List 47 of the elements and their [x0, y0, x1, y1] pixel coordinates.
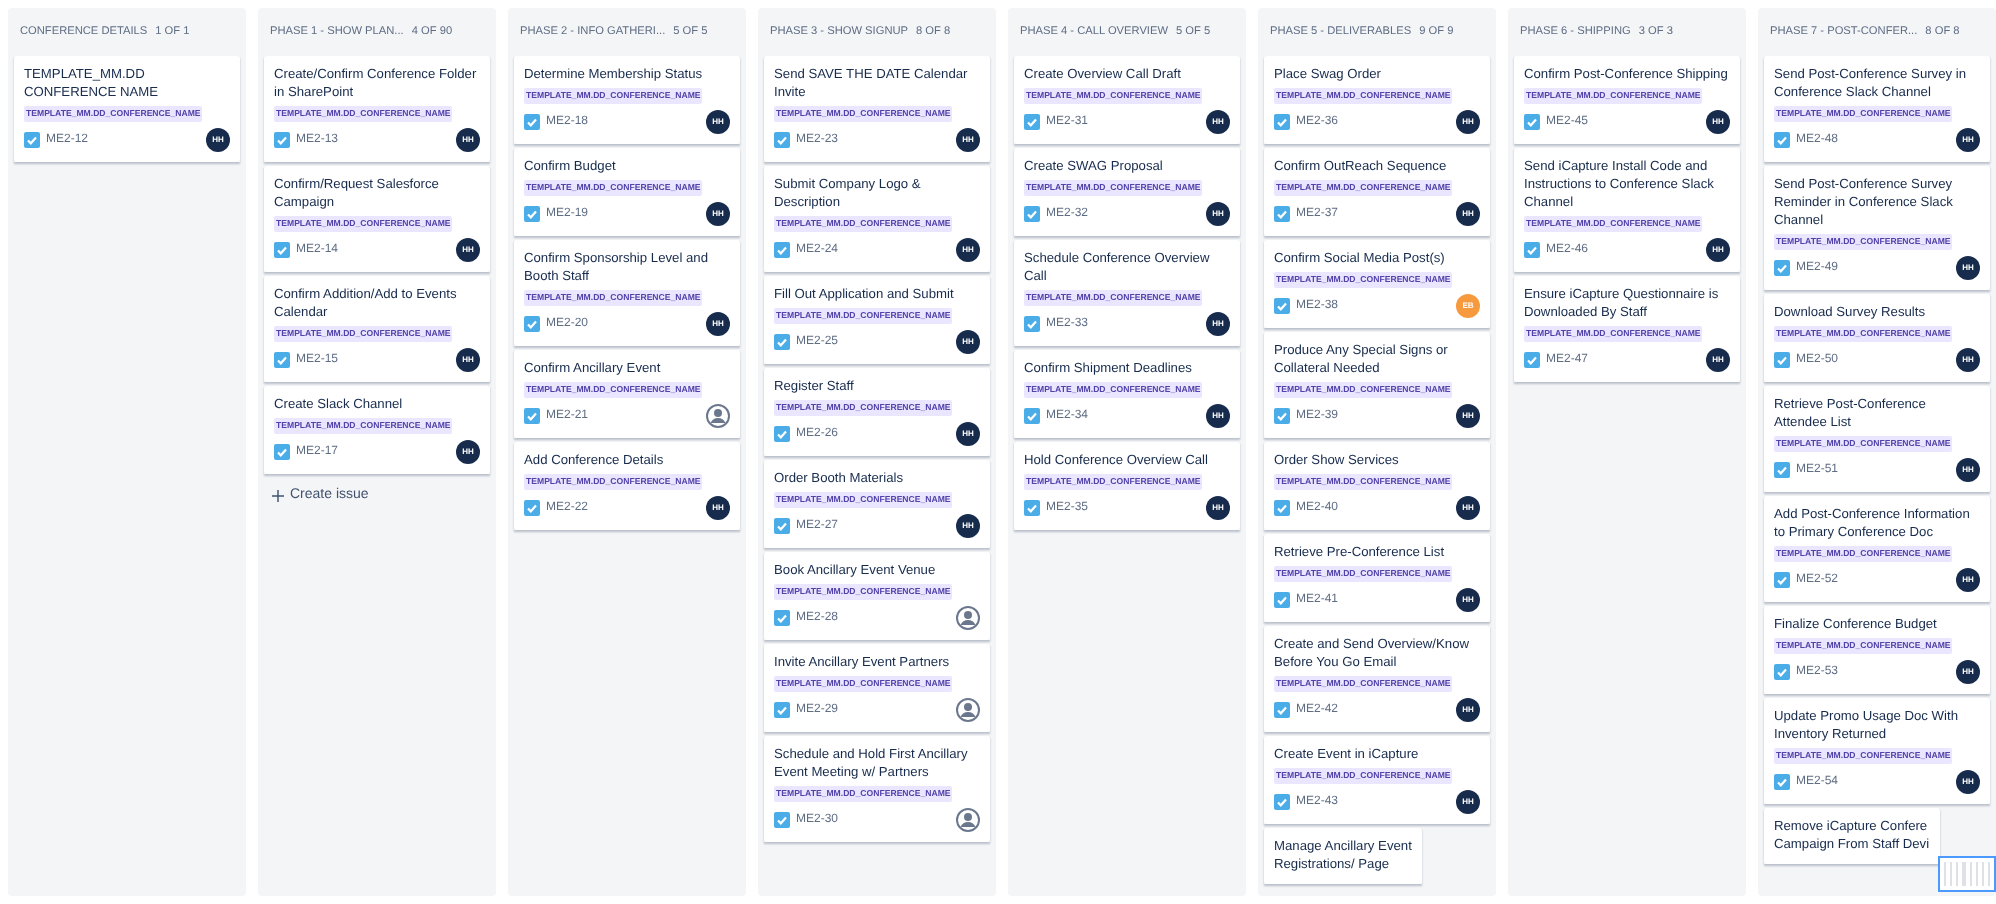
task-icon: [774, 812, 790, 828]
task-icon: [1274, 500, 1290, 516]
task-icon: [1524, 242, 1540, 258]
task-icon: [1524, 114, 1540, 130]
unassigned-user-icon[interactable]: [956, 606, 980, 630]
task-icon: [1024, 114, 1040, 130]
task-icon: [1774, 572, 1790, 588]
task-icon: [1024, 316, 1040, 332]
task-icon: [1274, 592, 1290, 608]
task-icon: [1274, 206, 1290, 222]
task-icon: [524, 500, 540, 516]
task-icon: [524, 316, 540, 332]
task-icon: [1024, 500, 1040, 516]
unassigned-user-icon[interactable]: [706, 404, 730, 428]
task-icon: [1774, 132, 1790, 148]
task-icon: [1274, 702, 1290, 718]
task-icon: [274, 132, 290, 148]
task-icon: [774, 426, 790, 442]
task-icon: [524, 206, 540, 222]
plus-icon: [272, 490, 284, 503]
task-icon: [1774, 664, 1790, 680]
task-icon: [774, 702, 790, 718]
task-icon: [1524, 352, 1540, 368]
task-icon: [1774, 260, 1790, 276]
unassigned-user-icon[interactable]: [956, 808, 980, 832]
task-icon: [1774, 774, 1790, 790]
task-icon: [774, 610, 790, 626]
task-icon: [1024, 206, 1040, 222]
task-icon: [1274, 408, 1290, 424]
task-icon: [1774, 352, 1790, 368]
task-icon: [24, 132, 40, 148]
task-icon: [774, 242, 790, 258]
task-icon: [1274, 298, 1290, 314]
task-icon: [1024, 408, 1040, 424]
task-icon: [274, 444, 290, 460]
task-icon: [1774, 462, 1790, 478]
task-icon: [274, 242, 290, 258]
task-icon: [1274, 114, 1290, 130]
board-minimap[interactable]: [1938, 856, 1996, 892]
task-icon: [524, 114, 540, 130]
task-icon: [774, 132, 790, 148]
task-icon: [774, 518, 790, 534]
task-icon: [774, 334, 790, 350]
task-icon: [524, 408, 540, 424]
task-icon: [1274, 794, 1290, 810]
unassigned-user-icon[interactable]: [956, 698, 980, 722]
task-icon: [274, 352, 290, 368]
